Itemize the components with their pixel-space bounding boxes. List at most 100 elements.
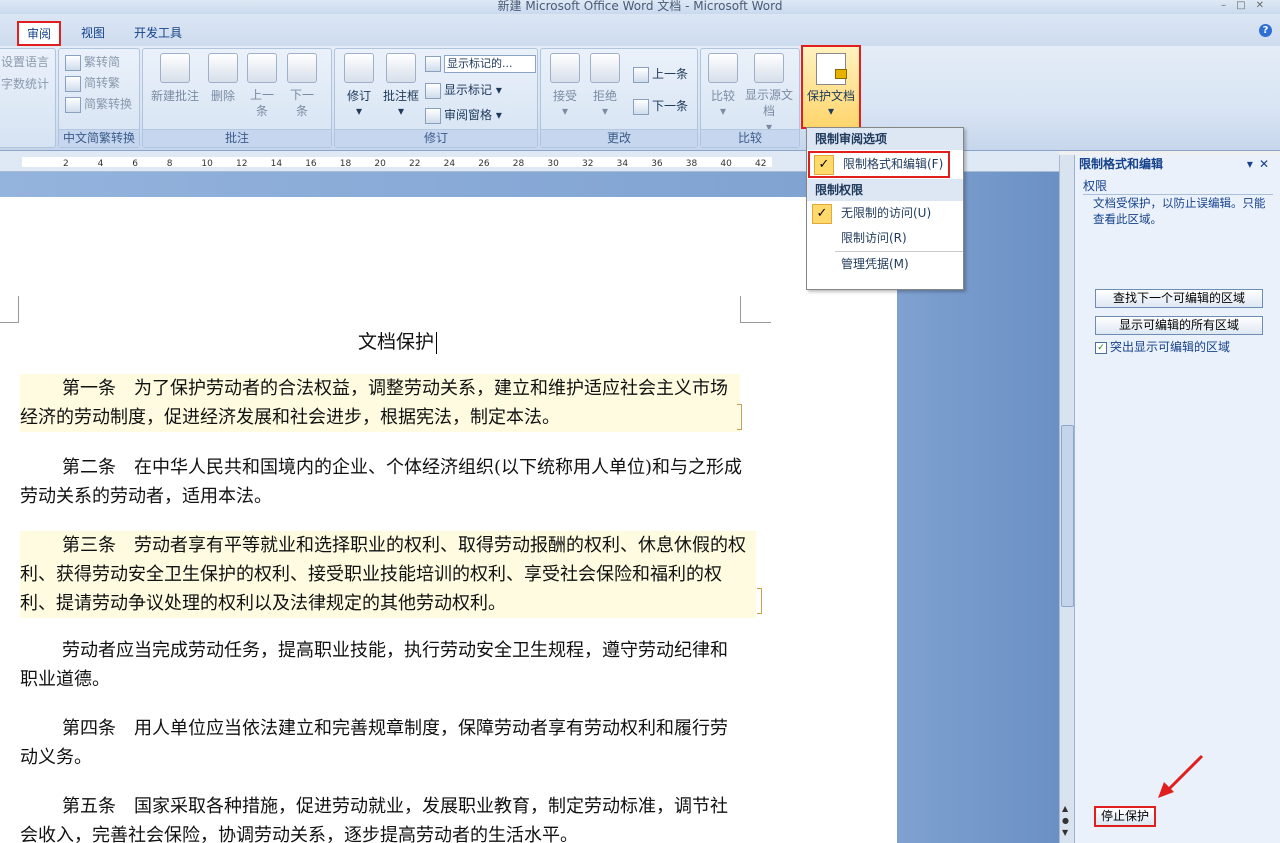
- paragraph-6[interactable]: 第五条 国家采取各种措施，促进劳动就业，发展职业教育，制定劳动标准，调节社会收入…: [20, 792, 744, 843]
- group-label: 更改: [541, 129, 697, 147]
- group-label: 中文简繁转换: [59, 129, 139, 147]
- ruler-tick-label: 4: [97, 159, 104, 169]
- track-changes-button[interactable]: 修订 ▾: [339, 53, 379, 118]
- find-next-editable-button[interactable]: 查找下一个可编辑的区域: [1095, 289, 1263, 308]
- text-cursor: [436, 332, 438, 354]
- tab-developer[interactable]: 开发工具: [126, 22, 190, 44]
- stop-protection-button[interactable]: 停止保护: [1094, 806, 1156, 827]
- ruler-tick-label: 2: [63, 159, 69, 169]
- pane-section-permissions: 权限: [1083, 177, 1273, 195]
- track-changes-icon: [344, 53, 374, 83]
- check-icon: ✓: [814, 155, 834, 175]
- ruler-tick-label: 14: [270, 159, 283, 169]
- protect-document-button[interactable]: 保护文档 ▾: [801, 45, 861, 129]
- paragraph-2[interactable]: 第二条 在中华人民共和国境内的企业、个体经济组织(以下统称用人单位)和与之形成劳…: [20, 453, 744, 511]
- menu-section-review-options: 限制审阅选项: [807, 128, 963, 150]
- ruler-tick-label: 32: [582, 159, 594, 169]
- set-language-button[interactable]: 设置语言: [1, 53, 49, 70]
- scroll-thumb[interactable]: [1061, 425, 1074, 607]
- prev-change-icon: [633, 66, 649, 83]
- ruler-tick-label: 28: [512, 159, 525, 169]
- show-markup-button[interactable]: 显示标记 ▾: [425, 81, 502, 99]
- ruler-tick-label: 18: [339, 159, 352, 169]
- paragraph-3[interactable]: 第三条 劳动者享有平等就业和选择职业的权利、取得劳动报酬的权利、休息休假的权利、…: [20, 531, 756, 618]
- next-comment-button[interactable]: 下一条: [287, 53, 317, 119]
- ruler-tick-label: 36: [651, 159, 663, 169]
- group-comments: 新建批注 删除 上一条 下一条 批注: [142, 48, 332, 148]
- ruler-tick-label: 40: [720, 159, 732, 169]
- ruler-tick-label: 38: [685, 159, 698, 169]
- highlight-editable-checkbox[interactable]: ✓ 突出显示可编辑的区域: [1095, 338, 1230, 355]
- protection-message: 文档受保护，以防止误编辑。只能查看此区域。: [1093, 196, 1266, 226]
- manage-credentials-item[interactable]: 管理凭据(M): [807, 252, 963, 277]
- show-source-button[interactable]: 显示源文档 ▾: [745, 53, 793, 135]
- tab-view[interactable]: 视图: [73, 22, 113, 44]
- protect-document-menu: 限制审阅选项 ✓ 限制格式和编辑(F) 限制权限 ✓ 无限制的访问(U) 限制访问(…: [806, 127, 964, 290]
- ruler-tick-label: 42: [755, 159, 767, 169]
- prev-comment-button[interactable]: 上一条: [247, 53, 277, 119]
- restrict-formatting-item[interactable]: ✓ 限制格式和编辑(F): [808, 151, 950, 178]
- compare-button[interactable]: 比较 ▾: [705, 53, 741, 118]
- help-icon[interactable]: ?: [1259, 24, 1272, 37]
- paragraph-4[interactable]: 劳动者应当完成劳动任务，提高职业技能，执行劳动安全卫生规程，遵守劳动纪律和职业道…: [20, 636, 744, 694]
- menu-section-permissions: 限制权限: [807, 179, 963, 201]
- ruler-tick-label: 30: [547, 159, 559, 169]
- ribbon-tab-strip: 审阅 视图 开发工具 ?: [0, 14, 1280, 46]
- next-change-icon: [633, 98, 649, 115]
- paragraph-5[interactable]: 第四条 用人单位应当依法建立和完善规章制度，保障劳动者享有劳动权利和履行劳动义务…: [20, 714, 744, 772]
- pane-controls[interactable]: ▾✕: [1247, 157, 1275, 171]
- display-for-review-combo[interactable]: 显示标记的...: [425, 55, 536, 73]
- margin-corner: [740, 296, 771, 323]
- show-all-editable-button[interactable]: 显示可编辑的所有区域: [1095, 316, 1263, 335]
- group-compare: 比较 ▾ 显示源文档 ▾ 比较: [700, 48, 800, 148]
- delete-comment-icon: [208, 53, 238, 83]
- show-source-icon: [754, 53, 784, 83]
- word-count-button[interactable]: 字数统计: [1, 75, 49, 92]
- next-change-button[interactable]: 下一条: [633, 97, 688, 115]
- margin-corner: [0, 296, 19, 323]
- lock-icon: [835, 69, 847, 79]
- simp-to-trad-button[interactable]: 简转繁: [65, 74, 120, 92]
- group-changes: 接受 ▾ 拒绝 ▾ 上一条 下一条 更改: [540, 48, 698, 148]
- ruler-tick-label: 22: [409, 159, 421, 169]
- balloons-button[interactable]: 批注框 ▾: [379, 53, 423, 118]
- restrict-editing-pane: 限制格式和编辑 ▾✕ 权限 文档受保护，以防止误编辑。只能查看此区域。 查找下一…: [1074, 155, 1280, 843]
- accept-icon: [550, 53, 580, 83]
- vertical-scrollbar[interactable]: ▲ ● ▼: [1059, 155, 1074, 843]
- tab-review[interactable]: 审阅: [16, 21, 62, 46]
- group-label: 批注: [143, 129, 331, 147]
- reviewing-pane-button[interactable]: 审阅窗格 ▾: [425, 106, 502, 124]
- conversion-icon: [65, 54, 81, 71]
- reject-button[interactable]: 拒绝 ▾: [587, 53, 623, 118]
- ruler-tick-label: 12: [236, 159, 248, 169]
- balloons-icon: [386, 53, 416, 83]
- group-chinese-conversion: 繁转简 简转繁 简繁转换 中文简繁转换: [58, 48, 140, 148]
- show-markup-icon: [425, 82, 441, 99]
- ribbon: 设置语言 字数统计 繁转简 简转繁 简繁转换 中文简繁转换 新建批注 删除 上一…: [0, 45, 1280, 151]
- page-nav-icons[interactable]: ▲ ● ▼: [1062, 803, 1069, 839]
- trad-to-simp-button[interactable]: 繁转简: [65, 53, 120, 71]
- editable-region-end: [737, 404, 742, 430]
- conversion-icon: [65, 75, 81, 92]
- document-title[interactable]: 文档保护: [358, 327, 438, 354]
- window-title: 新建 Microsoft Office Word 文档 - Microsoft …: [497, 0, 783, 13]
- accept-button[interactable]: 接受 ▾: [547, 53, 583, 118]
- prev-change-button[interactable]: 上一条: [633, 65, 688, 83]
- checkbox-icon: ✓: [1095, 341, 1107, 354]
- unrestricted-access-item[interactable]: ✓ 无限制的访问(U): [807, 201, 963, 226]
- restricted-access-item[interactable]: 限制访问(R): [807, 226, 963, 251]
- group-tracking: 修订 ▾ 批注框 ▾ 显示标记的... 显示标记 ▾ 审阅窗格 ▾ 修订: [334, 48, 538, 148]
- title-bar: 新建 Microsoft Office Word 文档 - Microsoft …: [0, 0, 1280, 14]
- paragraph-1[interactable]: 第一条 为了保护劳动者的合法权益，调整劳动关系，建立和维护适应社会主义市场经济的…: [20, 374, 740, 432]
- delete-comment-button[interactable]: 删除: [203, 53, 243, 104]
- group-label: 修订: [335, 129, 537, 147]
- new-comment-button[interactable]: 新建批注: [147, 53, 203, 104]
- ruler-tick-label: 6: [132, 159, 138, 169]
- window-controls[interactable]: –□✕: [1221, 0, 1274, 12]
- reviewing-pane-icon: [425, 107, 441, 124]
- conversion-button[interactable]: 简繁转换: [65, 95, 132, 113]
- group-label: 比较: [701, 129, 799, 147]
- compare-icon: [708, 53, 738, 83]
- ruler-tick-label: 34: [616, 159, 629, 169]
- ruler-tick-label: 24: [443, 159, 456, 169]
